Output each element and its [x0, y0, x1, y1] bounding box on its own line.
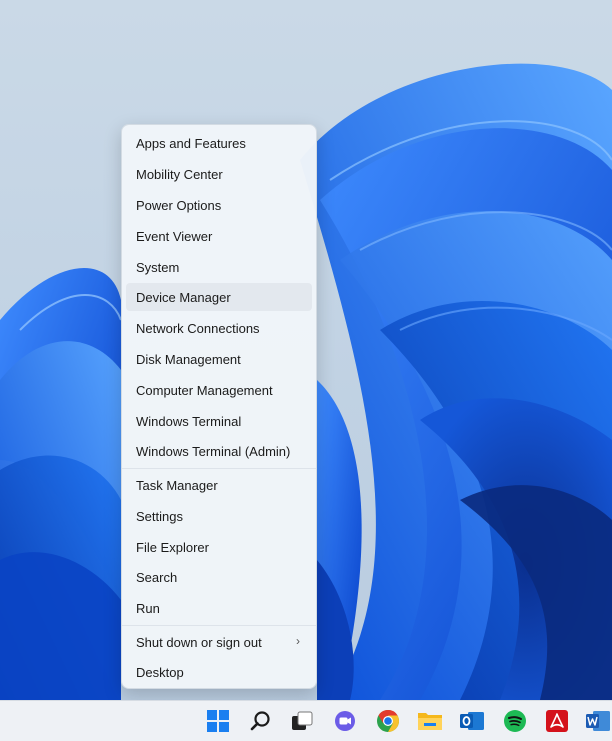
- menu-item-network-connections[interactable]: Network Connections: [126, 314, 312, 342]
- menu-item-label: Disk Management: [136, 351, 241, 367]
- chevron-right-icon: ›: [296, 634, 300, 648]
- taskbar: [0, 700, 612, 741]
- menu-item-event-viewer[interactable]: Event Viewer: [126, 222, 312, 250]
- start-icon[interactable]: [202, 705, 234, 737]
- task-view-icon[interactable]: [286, 705, 318, 737]
- menu-item-mobility-center[interactable]: Mobility Center: [126, 160, 312, 188]
- menu-item-windows-terminal[interactable]: Windows Terminal: [126, 407, 312, 435]
- menu-item-label: Device Manager: [136, 289, 231, 305]
- menu-item-label: Network Connections: [136, 320, 260, 336]
- menu-item-label: File Explorer: [136, 539, 209, 555]
- menu-item-desktop[interactable]: Desktop: [126, 658, 312, 686]
- menu-item-label: Power Options: [136, 197, 222, 213]
- menu-item-label: Computer Management: [136, 382, 273, 398]
- menu-item-shut-down-or-sign-out[interactable]: Shut down or sign out ›: [126, 628, 312, 656]
- menu-item-label: Event Viewer: [136, 228, 213, 244]
- menu-item-label: Apps and Features: [136, 135, 246, 151]
- menu-item-disk-management[interactable]: Disk Management: [126, 345, 312, 373]
- menu-item-label: Run: [136, 600, 160, 616]
- menu-separator: [122, 468, 316, 469]
- menu-item-device-manager[interactable]: Device Manager: [126, 283, 312, 311]
- spotify-icon[interactable]: [499, 705, 531, 737]
- winx-context-menu: Apps and Features Mobility Center Power …: [121, 124, 317, 689]
- menu-item-run[interactable]: Run: [126, 594, 312, 622]
- menu-item-label: Search: [136, 569, 178, 585]
- menu-item-label: Windows Terminal (Admin): [136, 443, 291, 459]
- menu-item-task-manager[interactable]: Task Manager: [126, 471, 312, 499]
- menu-item-file-explorer[interactable]: File Explorer: [126, 533, 312, 561]
- menu-item-label: Mobility Center: [136, 166, 223, 182]
- file-explorer-icon[interactable]: [414, 705, 446, 737]
- menu-separator: [122, 625, 316, 626]
- menu-item-label: Settings: [136, 508, 183, 524]
- menu-item-label: Windows Terminal: [136, 413, 242, 429]
- menu-item-search[interactable]: Search: [126, 563, 312, 591]
- menu-item-system[interactable]: System: [126, 253, 312, 281]
- menu-item-settings[interactable]: Settings: [126, 502, 312, 530]
- menu-item-windows-terminal-admin[interactable]: Windows Terminal (Admin): [126, 437, 312, 465]
- menu-item-label: Shut down or sign out: [136, 634, 262, 650]
- menu-item-label: Task Manager: [136, 477, 218, 493]
- menu-item-label: System: [136, 259, 180, 275]
- acrobat-icon[interactable]: [541, 705, 573, 737]
- word-icon[interactable]: [582, 705, 612, 737]
- chrome-icon[interactable]: [372, 705, 404, 737]
- menu-item-computer-management[interactable]: Computer Management: [126, 376, 312, 404]
- menu-item-apps-and-features[interactable]: Apps and Features: [126, 129, 312, 157]
- outlook-icon[interactable]: [456, 705, 488, 737]
- search-icon[interactable]: [245, 705, 277, 737]
- teams-chat-icon[interactable]: [329, 705, 361, 737]
- menu-item-label: Desktop: [136, 664, 184, 680]
- menu-item-power-options[interactable]: Power Options: [126, 191, 312, 219]
